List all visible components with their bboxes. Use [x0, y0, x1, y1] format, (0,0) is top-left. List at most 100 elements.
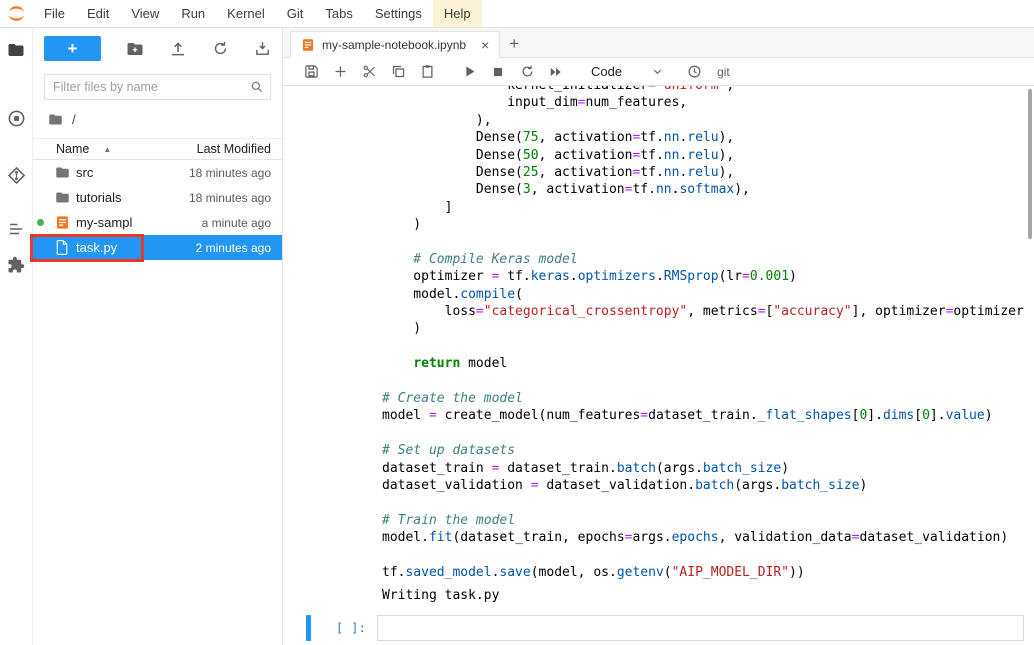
- refresh-icon: [212, 40, 229, 57]
- code-line: [382, 373, 1034, 390]
- run-all-icon: [548, 65, 564, 79]
- save-button[interactable]: [298, 60, 324, 84]
- refresh-button[interactable]: [212, 40, 229, 58]
- cut-cells-button[interactable]: [356, 60, 382, 84]
- table-of-contents-icon: [7, 220, 25, 238]
- file-name: task.py: [76, 240, 117, 255]
- sort-caret-icon: ▲: [103, 145, 111, 154]
- copy-cells-button[interactable]: [385, 60, 411, 84]
- file-browser-panel: +: [33, 28, 283, 645]
- upload-icon: [169, 40, 187, 58]
- tab-label: my-sample-notebook.ipynb: [322, 38, 466, 52]
- menu-item-run[interactable]: Run: [170, 0, 216, 27]
- code-line: # Train the model: [382, 512, 1034, 529]
- upload-button[interactable]: [169, 40, 187, 58]
- new-folder-icon: [126, 40, 144, 58]
- jupyterlab-window: File Edit View Run Kernel Git Tabs Setti…: [0, 0, 1034, 645]
- filter-files-input[interactable]: [44, 74, 271, 100]
- notebook-icon: [54, 215, 70, 231]
- column-header-last-modified[interactable]: Last Modified: [197, 142, 271, 156]
- history-clock-button[interactable]: [681, 60, 707, 84]
- code-line: # Set up datasets: [382, 442, 1034, 459]
- file-list-header: Name ▲ Last Modified: [33, 138, 282, 160]
- code-line: model = create_model(num_features=datase…: [382, 407, 1034, 424]
- git-clone-button[interactable]: [254, 40, 271, 58]
- notebook-scrollbar[interactable]: [1028, 89, 1032, 239]
- run-cell-button[interactable]: [456, 60, 482, 84]
- code-line: [382, 494, 1034, 511]
- menu-bar: File Edit View Run Kernel Git Tabs Setti…: [0, 0, 1034, 28]
- file-name: my-sampl: [76, 215, 132, 230]
- chevron-down-icon: [652, 66, 663, 77]
- paste-cells-button[interactable]: [414, 60, 440, 84]
- code-line: # Create the model: [382, 390, 1034, 407]
- menu-item-tabs[interactable]: Tabs: [314, 0, 363, 27]
- code-line: input_dim=num_features,: [382, 94, 1034, 111]
- restart-kernel-button[interactable]: [514, 60, 540, 84]
- close-icon[interactable]: ×: [481, 37, 489, 53]
- sidebar-tab-table-of-contents[interactable]: [4, 217, 28, 241]
- jupyter-logo: [0, 0, 33, 27]
- menu-item-kernel[interactable]: Kernel: [216, 0, 276, 27]
- menu-item-help[interactable]: Help: [433, 0, 482, 27]
- file-row[interactable]: my-sampl a minute ago: [33, 210, 282, 235]
- code-line: ]: [382, 199, 1034, 216]
- search-icon: [250, 80, 264, 94]
- code-line: ): [382, 320, 1034, 337]
- menu-item-edit[interactable]: Edit: [76, 0, 120, 27]
- folder-icon: [54, 190, 70, 206]
- main-dock-panel: my-sample-notebook.ipynb × +: [283, 28, 1034, 645]
- menu-item-settings[interactable]: Settings: [364, 0, 433, 27]
- extension-puzzle-icon: [7, 256, 25, 274]
- git-icon: [7, 166, 26, 185]
- column-header-name[interactable]: Name ▲: [56, 142, 111, 156]
- code-cell-editor[interactable]: kernel_initializer="uniform", input_dim=…: [382, 86, 1034, 581]
- breadcrumb-root[interactable]: /: [72, 112, 76, 127]
- menu-item-view[interactable]: View: [120, 0, 170, 27]
- cell-type-dropdown[interactable]: Code: [585, 64, 669, 79]
- empty-code-cell[interactable]: [ ]:: [306, 615, 1024, 641]
- empty-cell-editor[interactable]: [377, 615, 1024, 641]
- file-modified: 2 minutes ago: [196, 241, 282, 255]
- tab-bar: my-sample-notebook.ipynb × +: [283, 28, 1034, 58]
- notebook-icon: [301, 38, 315, 52]
- restart-run-all-button[interactable]: [543, 60, 569, 84]
- insert-cell-button[interactable]: [327, 60, 353, 84]
- history-clock-icon: [687, 64, 702, 79]
- new-launcher-button[interactable]: +: [44, 36, 101, 61]
- notebook-area: kernel_initializer="uniform", input_dim=…: [283, 86, 1034, 645]
- file-icon: [54, 240, 70, 256]
- interrupt-kernel-button[interactable]: [485, 60, 511, 84]
- sidebar-tab-file-browser[interactable]: [4, 38, 28, 62]
- code-line: loss="categorical_crossentropy", metrics…: [382, 303, 1034, 320]
- breadcrumb: /: [48, 110, 282, 128]
- notebook-toolbar: Code git: [283, 58, 1034, 86]
- new-folder-button[interactable]: [126, 40, 144, 58]
- cell-input-prompt: [ ]:: [311, 615, 377, 641]
- code-line: kernel_initializer="uniform",: [382, 86, 1034, 94]
- file-row[interactable]: task.py 2 minutes ago: [33, 235, 282, 260]
- menu-item-git[interactable]: Git: [276, 0, 315, 27]
- run-icon: [462, 64, 477, 79]
- code-line: # Compile Keras model: [382, 251, 1034, 268]
- activity-sidebar: [0, 28, 33, 645]
- git-clone-icon: [254, 40, 271, 57]
- sidebar-tab-running-sessions[interactable]: [4, 106, 28, 130]
- save-icon: [304, 64, 319, 79]
- sidebar-tab-extension-manager[interactable]: [4, 253, 28, 277]
- sidebar-tab-git[interactable]: [4, 163, 28, 187]
- file-row[interactable]: tutorials 18 minutes ago: [33, 185, 282, 210]
- new-tab-button[interactable]: +: [500, 31, 528, 57]
- code-line: [382, 547, 1034, 564]
- file-name: src: [76, 165, 93, 180]
- jupyter-logo-icon: [7, 4, 26, 23]
- kernel-running-dot: [37, 219, 44, 226]
- file-row[interactable]: src 18 minutes ago: [33, 160, 282, 185]
- file-name: tutorials: [76, 190, 122, 205]
- running-sessions-icon: [7, 109, 26, 128]
- menu-item-file[interactable]: File: [33, 0, 76, 27]
- home-folder-icon[interactable]: [48, 112, 63, 127]
- code-line: Dense(50, activation=tf.nn.relu),: [382, 147, 1034, 164]
- cut-cells-icon: [362, 64, 377, 79]
- tab-notebook[interactable]: my-sample-notebook.ipynb ×: [290, 31, 500, 58]
